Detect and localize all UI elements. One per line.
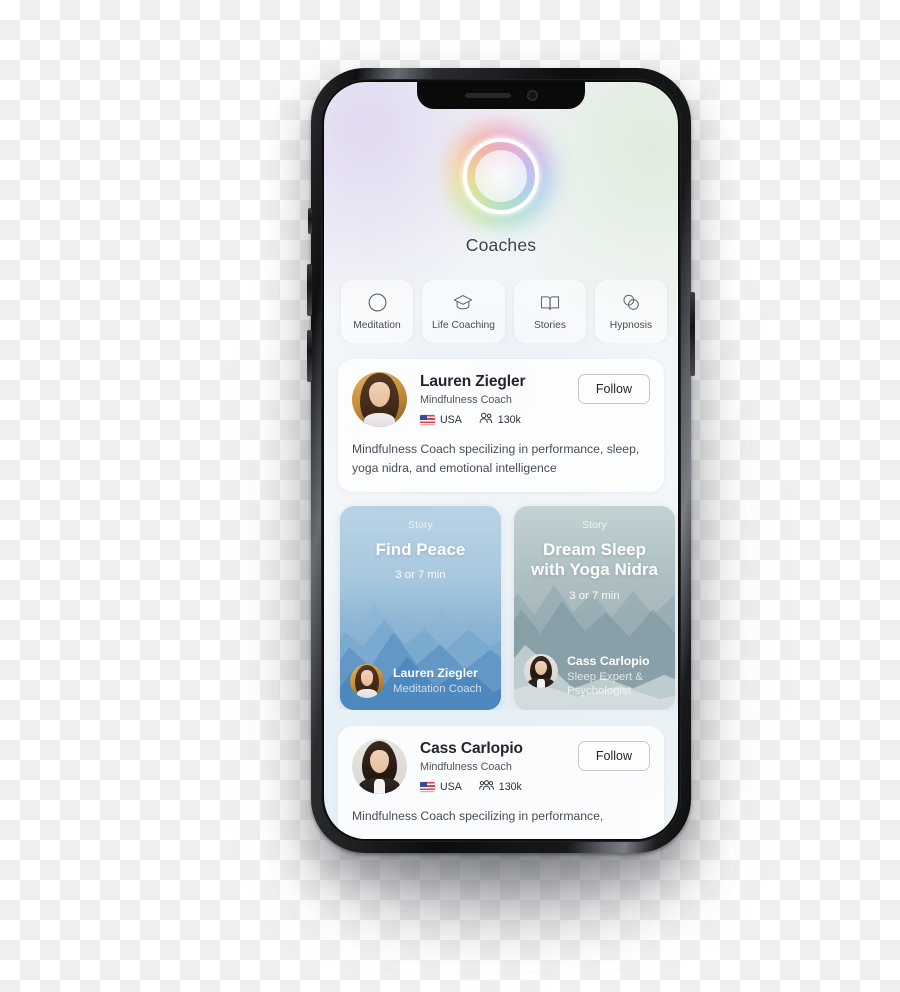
coach-name: Cass Carlopio — [420, 740, 523, 758]
story-content: Story Find Peace 3 or 7 min Lauren Ziegl… — [340, 506, 501, 710]
story-author: Cass Carlopio Sleep Expert & Psychologis… — [524, 654, 665, 698]
mute-switch-button[interactable] — [308, 208, 312, 234]
graduation-cap-icon — [452, 292, 474, 313]
story-duration: 3 or 7 min — [569, 589, 620, 602]
usa-flag-icon — [420, 414, 435, 425]
tab-next-partial[interactable] — [675, 280, 678, 343]
story-author-text: Cass Carlopio Sleep Expert & Psychologis… — [567, 654, 665, 698]
story-duration: 3 or 7 min — [395, 569, 446, 582]
country-label: USA — [440, 413, 462, 426]
tab-meditation[interactable]: Meditation — [341, 280, 413, 343]
tab-life-coaching[interactable]: Life Coaching — [422, 280, 505, 343]
followers-count: 130k — [497, 413, 521, 426]
avatar[interactable] — [352, 372, 407, 427]
avatar[interactable] — [350, 664, 384, 699]
coach-role: Mindfulness Coach — [420, 394, 512, 406]
app-content: Coaches Meditation Life Coaching Stories… — [324, 82, 678, 839]
coach-card-lauren-ziegler[interactable]: Lauren Ziegler Mindfulness Coach USA 130… — [338, 359, 664, 493]
tab-stories[interactable]: Stories — [513, 280, 586, 343]
avatar-body — [364, 412, 395, 427]
power-button[interactable] — [690, 292, 695, 376]
story-kicker: Story — [582, 520, 607, 532]
coach-bio: Mindfulness Coach specilizing in perform… — [352, 809, 604, 824]
coach-bio: Mindfulness Coach specilizing in perform… — [352, 442, 640, 475]
avatar-body — [357, 689, 377, 699]
story-author: Lauren Ziegler Meditation Coach — [350, 664, 491, 699]
phone-device-frame: Coaches Meditation Life Coaching Stories… — [307, 68, 695, 853]
people-icon — [479, 412, 493, 427]
story-kicker: Story — [408, 520, 433, 532]
tab-label: Life Coaching — [432, 320, 495, 331]
story-author-role: Meditation Coach — [393, 682, 482, 695]
phone-notch — [417, 82, 585, 109]
story-card-dream-sleep[interactable]: Story Dream Sleep with Yoga Nidra 3 or 7… — [514, 506, 675, 711]
tab-label: Meditation — [353, 320, 401, 331]
story-card-find-peace[interactable]: Story Find Peace 3 or 7 min Lauren Ziegl… — [340, 506, 501, 711]
coach-meta: Lauren Ziegler Mindfulness Coach USA 130… — [420, 372, 565, 427]
story-title: Dream Sleep with Yoga Nidra — [531, 540, 658, 580]
avatar-body — [358, 777, 401, 795]
overlapping-circles-icon — [620, 292, 642, 313]
coach-name: Lauren Ziegler — [420, 373, 526, 390]
front-camera-icon — [526, 90, 538, 101]
tab-label: Hypnosis — [609, 320, 653, 331]
category-tab-strip[interactable]: Meditation Life Coaching Stories Hypnosi… — [324, 280, 678, 343]
coach-header-row: Cass Carlopio Mindfulness Coach USA 130k… — [352, 739, 650, 795]
tab-label: Stories — [533, 319, 566, 331]
phone-inner-bezel: Coaches Meditation Life Coaching Stories… — [321, 79, 681, 842]
logo-ring-stroke — [463, 138, 539, 214]
coach-stats: USA 130k — [420, 779, 565, 794]
coach-card-cass-carlopio[interactable]: Cass Carlopio Mindfulness Coach USA 130k… — [338, 726, 664, 839]
story-author-name: Cass Carlopio — [567, 654, 650, 669]
follow-button[interactable]: Follow — [577, 374, 650, 404]
volume-down-button[interactable] — [307, 330, 312, 382]
usa-flag-icon — [420, 781, 435, 792]
coach-stats: USA 130k — [420, 412, 565, 427]
followers-count: 130k — [498, 780, 522, 793]
country-stat: USA — [420, 414, 462, 426]
circle-icon — [367, 292, 388, 313]
open-book-icon — [539, 293, 561, 313]
story-author-text: Lauren Ziegler Meditation Coach — [393, 666, 482, 696]
coach-role: Mindfulness Coach — [420, 761, 512, 774]
rainbow-ring-logo-icon — [459, 134, 543, 218]
country-stat: USA — [420, 781, 462, 793]
avatar[interactable] — [524, 654, 558, 689]
page-title: Coaches — [465, 235, 537, 255]
coach-header-row: Lauren Ziegler Mindfulness Coach USA 130… — [352, 372, 650, 427]
follow-button[interactable]: Follow — [577, 741, 650, 772]
app-logo — [324, 134, 678, 218]
people-group-icon — [478, 779, 494, 794]
story-content: Story Dream Sleep with Yoga Nidra 3 or 7… — [514, 506, 675, 710]
phone-screen: Coaches Meditation Life Coaching Stories… — [324, 82, 678, 839]
earpiece-speaker-icon — [464, 93, 511, 98]
coach-meta: Cass Carlopio Mindfulness Coach USA 130k — [420, 739, 565, 794]
story-card-carousel[interactable]: Story Find Peace 3 or 7 min Lauren Ziegl… — [324, 492, 678, 711]
volume-up-button[interactable] — [307, 264, 312, 316]
tab-hypnosis[interactable]: Hypnosis — [594, 280, 667, 343]
story-title: Find Peace — [375, 540, 466, 560]
avatar-body — [528, 678, 554, 689]
followers-stat: 130k — [479, 412, 521, 427]
country-label: USA — [440, 780, 462, 793]
avatar[interactable] — [352, 739, 407, 795]
followers-stat: 130k — [478, 779, 522, 794]
story-author-name: Lauren Ziegler — [393, 666, 478, 681]
story-author-role: Sleep Expert & Psychologist — [567, 670, 643, 697]
